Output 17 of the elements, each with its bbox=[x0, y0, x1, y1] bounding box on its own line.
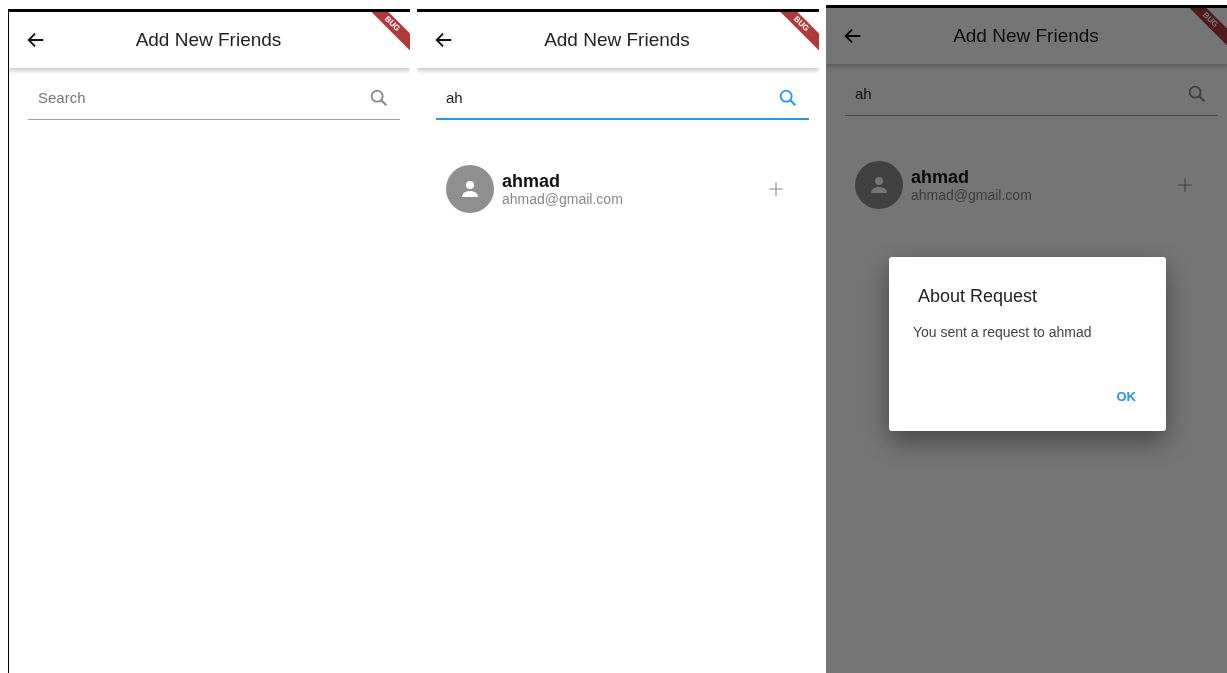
screen-title: Add New Friends bbox=[543, 27, 691, 52]
search-icon[interactable] bbox=[777, 87, 799, 109]
user-name: ahmad bbox=[502, 171, 562, 191]
user-email: ahmad@gmail.com bbox=[502, 191, 623, 207]
plus-icon bbox=[767, 180, 785, 198]
search-icon[interactable] bbox=[1186, 83, 1208, 105]
ok-button[interactable]: OK bbox=[1110, 383, 1142, 411]
search-field[interactable]: ah bbox=[436, 76, 809, 120]
search-icon[interactable] bbox=[368, 87, 390, 109]
screen-title: Add New Friends bbox=[134, 27, 283, 52]
search-field[interactable]: ah bbox=[845, 72, 1218, 116]
dialog-message: You sent a request to ahmad bbox=[913, 323, 1093, 342]
dialog-title: About Request bbox=[918, 285, 1039, 308]
screen-title: Add New Friends bbox=[952, 23, 1100, 48]
user-name: ahmad bbox=[911, 167, 971, 187]
search-field[interactable]: Search bbox=[28, 76, 400, 120]
plus-icon bbox=[1176, 176, 1194, 194]
